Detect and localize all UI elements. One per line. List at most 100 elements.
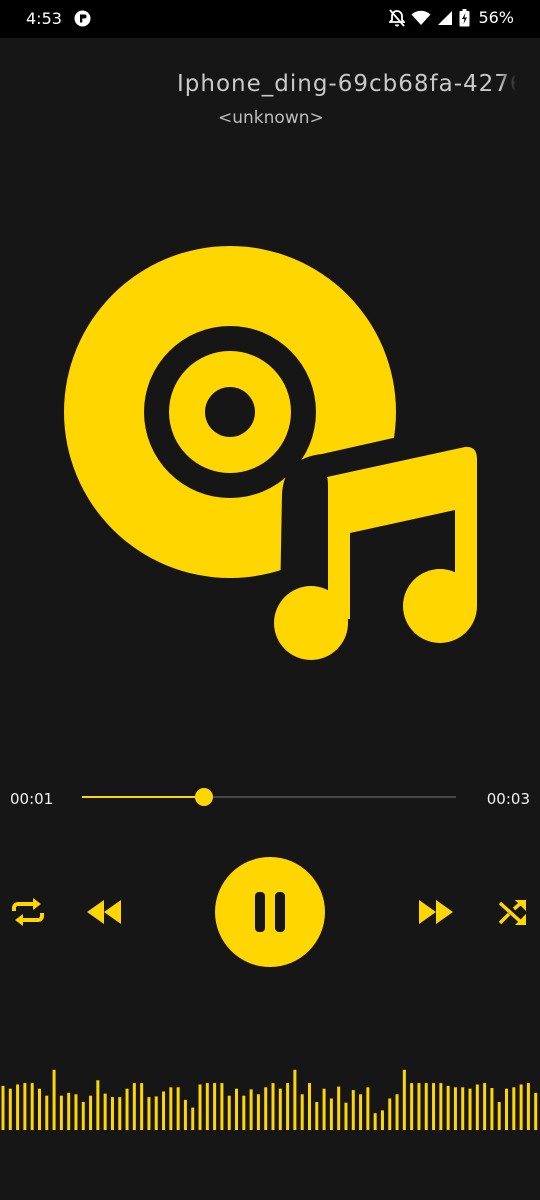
status-icons: 56%: [389, 8, 514, 27]
seek-bar-progress: [82, 796, 205, 798]
visualizer-bar: [293, 1069, 297, 1130]
visualizer-bar: [329, 1098, 333, 1130]
visualizer-bar: [359, 1094, 363, 1130]
notifications-off-icon: [389, 8, 406, 27]
visualizer-bar: [307, 1083, 311, 1130]
visualizer-bar: [337, 1086, 341, 1130]
rewind-button[interactable]: [84, 896, 124, 928]
visualizer-bar: [351, 1090, 355, 1130]
visualizer-bar: [162, 1091, 166, 1130]
visualizer-bar: [475, 1084, 479, 1130]
visualizer-bar: [45, 1095, 49, 1130]
visualizer-bar: [424, 1083, 428, 1130]
rewind-icon: [87, 900, 121, 924]
visualizer-bar: [322, 1088, 326, 1130]
pause-icon: [255, 892, 285, 932]
visualizer-bar: [249, 1089, 253, 1130]
visualizer-bar: [315, 1102, 319, 1130]
repeat-icon: [12, 898, 44, 926]
visualizer-bar: [103, 1093, 107, 1130]
visualizer-bar: [344, 1102, 348, 1130]
visualizer-bar: [154, 1096, 158, 1130]
visualizer-bar: [395, 1094, 399, 1130]
visualizer-bar: [89, 1095, 93, 1130]
total-time: 00:03: [486, 790, 530, 808]
visualizer-bar: [140, 1083, 144, 1130]
visualizer-bar: [169, 1087, 173, 1130]
status-time: 4:53: [26, 9, 62, 28]
visualizer-bar: [52, 1069, 56, 1130]
visualizer-bar: [519, 1084, 523, 1130]
current-time: 00:01: [10, 790, 54, 808]
cellular-signal-icon: [438, 10, 453, 25]
seek-bar[interactable]: [82, 788, 456, 806]
fast-forward-icon: [419, 900, 453, 924]
audio-visualizer: [1, 1069, 538, 1130]
seek-bar-thumb[interactable]: [195, 788, 214, 806]
visualizer-bar: [468, 1088, 472, 1130]
status-bar: 4:53 56%: [0, 0, 540, 38]
visualizer-bar: [30, 1083, 34, 1130]
visualizer-bar: [213, 1083, 217, 1130]
pause-button[interactable]: [215, 857, 325, 967]
visualizer-bar: [453, 1087, 457, 1130]
app-notification-icon: [74, 10, 91, 27]
visualizer-bar: [147, 1097, 151, 1130]
visualizer-bar: [483, 1083, 487, 1130]
visualizer-bar: [534, 1092, 538, 1130]
visualizer-bar: [198, 1084, 202, 1130]
visualizer-bar: [81, 1102, 85, 1130]
visualizer-bar: [74, 1094, 78, 1130]
music-disc-icon: [64, 246, 480, 660]
visualizer-bar: [96, 1080, 100, 1130]
visualizer-bar: [373, 1113, 377, 1130]
visualizer-bar: [286, 1083, 290, 1130]
visualizer-bar: [227, 1095, 231, 1130]
visualizer-bar: [125, 1088, 129, 1130]
visualizer-bar: [264, 1087, 268, 1130]
visualizer-bar: [271, 1083, 275, 1130]
battery-charging-icon: [459, 8, 470, 26]
visualizer-bar: [16, 1084, 20, 1130]
visualizer-bar: [461, 1087, 465, 1130]
visualizer-bar: [497, 1102, 501, 1130]
visualizer-bar: [256, 1094, 260, 1130]
visualizer-bar: [191, 1107, 195, 1130]
title-fade: [500, 68, 540, 104]
visualizer-bar: [439, 1083, 443, 1130]
visualizer-bar: [205, 1083, 209, 1130]
visualizer-bar: [410, 1083, 414, 1130]
music-player-screen: 4:53 56% Iphone_ding-69cb68fa-4276- <unk…: [0, 0, 540, 1200]
visualizer-bar: [220, 1083, 224, 1130]
visualizer-bar: [526, 1083, 530, 1130]
visualizer-bar: [132, 1083, 136, 1130]
visualizer-bar: [512, 1087, 516, 1130]
shuffle-button[interactable]: [496, 896, 530, 928]
repeat-button[interactable]: [8, 896, 48, 928]
shuffle-icon: [498, 900, 526, 925]
wifi-icon: [411, 10, 431, 25]
song-title: Iphone_ding-69cb68fa-4276-: [177, 71, 535, 97]
visualizer-bar: [23, 1083, 27, 1130]
song-title-marquee: Iphone_ding-69cb68fa-4276-: [0, 68, 540, 104]
visualizer-bar: [67, 1092, 71, 1130]
visualizer-bar: [235, 1088, 239, 1130]
visualizer-bar: [432, 1083, 436, 1130]
visualizer-bar: [446, 1085, 450, 1130]
visualizer-bar: [366, 1087, 370, 1130]
visualizer-bar: [110, 1097, 114, 1130]
visualizer-bar: [1, 1085, 5, 1130]
visualizer-bar: [183, 1099, 187, 1130]
visualizer-bar: [490, 1088, 494, 1130]
visualizer-bar: [380, 1110, 384, 1130]
visualizer-bar: [417, 1083, 421, 1130]
visualizer-bar: [118, 1097, 122, 1130]
visualizer-bar: [37, 1088, 41, 1130]
fast-forward-button[interactable]: [416, 896, 456, 928]
visualizer-bar: [300, 1094, 304, 1130]
visualizer-bar: [59, 1095, 63, 1130]
visualizer-bar: [388, 1098, 392, 1130]
battery-percentage: 56%: [478, 8, 514, 27]
song-artist: <unknown>: [218, 108, 324, 128]
visualizer-bar: [402, 1069, 406, 1130]
